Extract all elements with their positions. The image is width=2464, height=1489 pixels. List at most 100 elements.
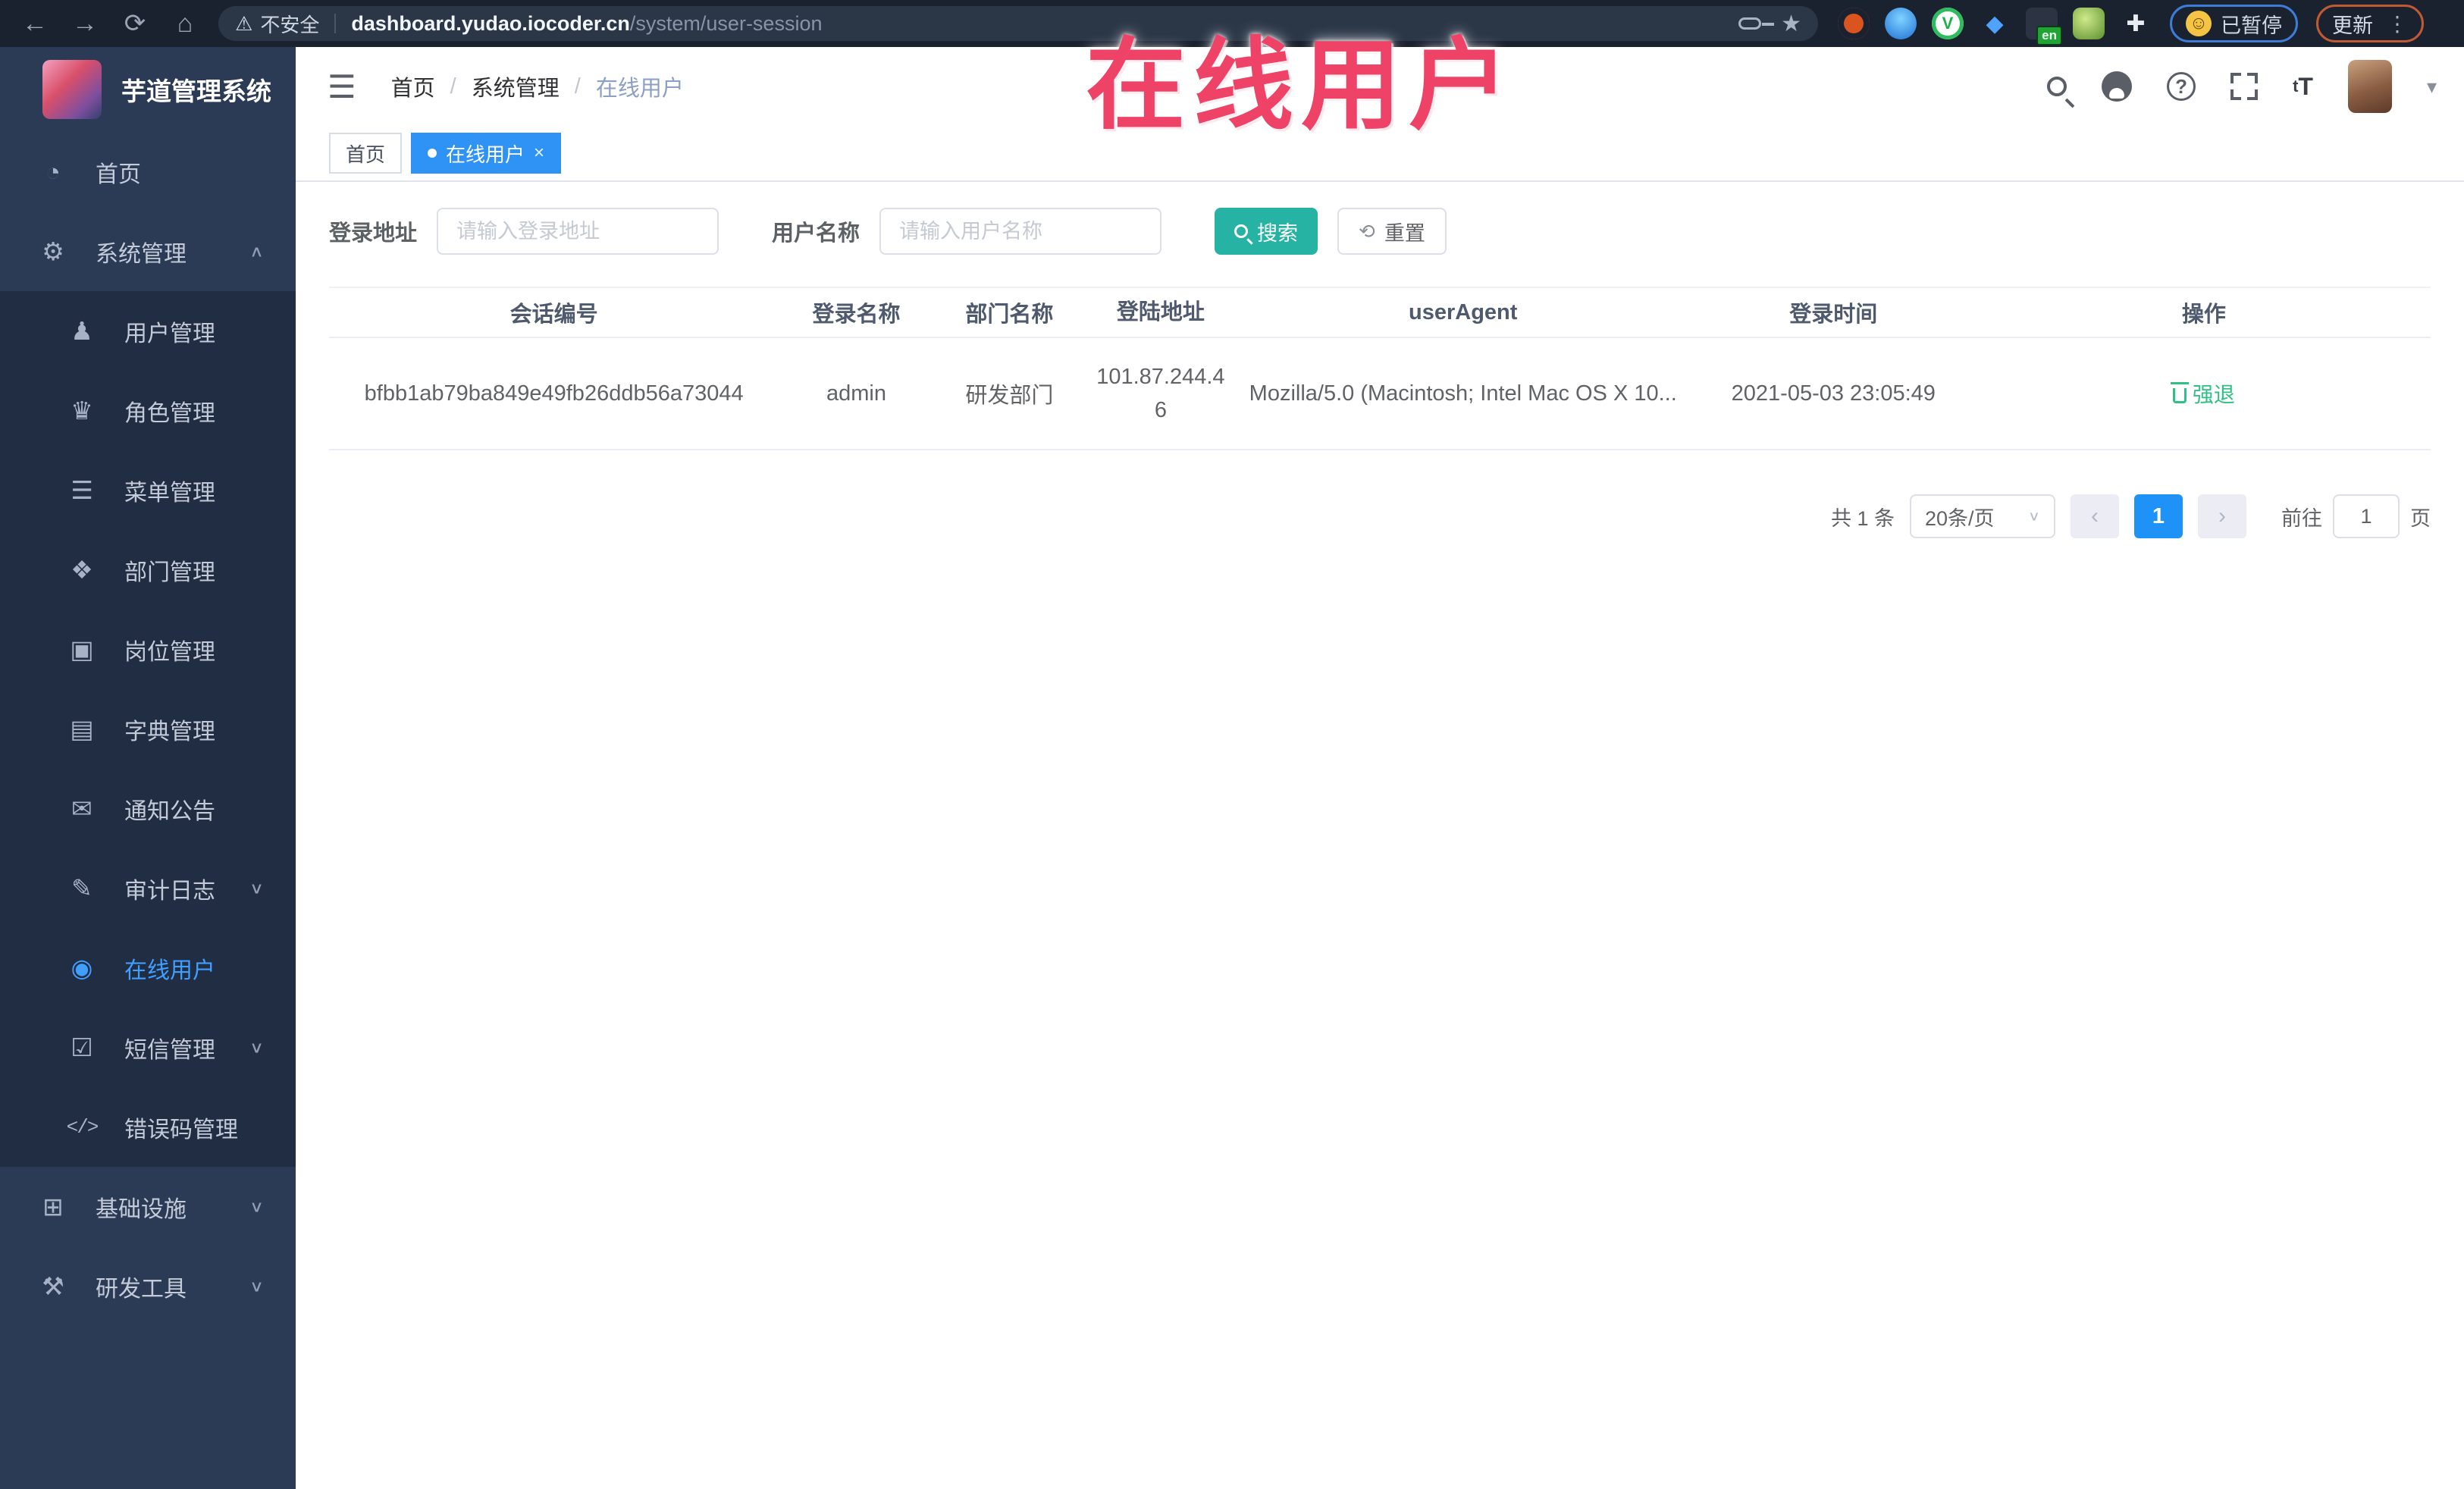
help-icon[interactable]: ? — [2167, 72, 2196, 101]
app-title: 芋道管理系统 — [121, 77, 271, 105]
breadcrumb: 首页 / 系统管理 / 在线用户 — [391, 71, 684, 102]
login-address-label: 登录地址 — [329, 221, 418, 246]
login-address-input[interactable] — [437, 208, 719, 255]
sidebar-item-menu-management[interactable]: ☰ 菜单管理 — [0, 450, 296, 530]
extension-toolbar: V ◆ en ✚ — [1838, 8, 2152, 45]
security-label[interactable]: 不安全 — [260, 10, 319, 38]
tab-online-users[interactable]: 在线用户 × — [411, 133, 562, 174]
table-row: bfbb1ab79ba849e49fb26ddb56a73044 admin 研… — [329, 338, 2431, 450]
chevron-up-icon: ∧ — [249, 242, 264, 261]
extension-v-icon[interactable]: V — [1932, 8, 1964, 39]
sidebar-item-post-management[interactable]: ▣ 岗位管理 — [0, 610, 296, 689]
cell-ip: 101.87.244.46 — [1096, 365, 1225, 422]
annotation-title: 在线用户 — [1086, 30, 1516, 141]
column-ip: 登陆地址 — [1116, 300, 1205, 324]
cell-login-time: 2021-05-03 23:05:49 — [1731, 381, 1936, 406]
avatar-caret-down-icon[interactable]: ▾ — [2427, 75, 2437, 99]
sidebar-item-dept-management[interactable]: ❖ 部门管理 — [0, 530, 296, 610]
sidebar-item-infrastructure[interactable]: ⊞ 基础设施 ∨ — [0, 1167, 296, 1246]
log-pencil-icon: ✎ — [71, 874, 92, 902]
sidebar-toggle-icon[interactable]: ☰ — [328, 68, 356, 105]
browser-forward-button[interactable]: → — [61, 3, 109, 44]
tab-home[interactable]: 首页 — [329, 133, 403, 174]
breadcrumb-system[interactable]: 系统管理 — [472, 71, 560, 102]
breadcrumb-current: 在线用户 — [595, 77, 684, 101]
dashboard-icon: ◔ — [45, 157, 61, 186]
paused-label: 已暂停 — [2221, 14, 2282, 37]
browser-home-button[interactable]: ⌂ — [161, 3, 209, 44]
browser-back-button[interactable]: ← — [11, 3, 59, 44]
page-unit-label: 页 — [2410, 506, 2431, 530]
next-page-button[interactable]: › — [2198, 494, 2246, 538]
extension-gem-icon[interactable]: ◆ — [1979, 8, 2011, 39]
reset-button[interactable]: ⟲ 重置 — [1337, 208, 1447, 255]
sidebar-logo-row[interactable]: 芋道管理系统 — [0, 47, 296, 132]
search-icon[interactable] — [2047, 77, 2067, 96]
role-icon: ♛ — [71, 397, 93, 425]
emoji-face-icon: ☺ — [2186, 11, 2212, 36]
address-bar[interactable]: ⚠ 不安全 dashboard.yudao.iocoder.cn/system/… — [218, 6, 1818, 41]
avatar[interactable] — [2347, 60, 2392, 113]
cell-session-id: bfbb1ab79ba849e49fb26ddb56a73044 — [364, 381, 744, 406]
chevron-down-icon: ∨ — [249, 879, 264, 898]
bookmark-star-icon[interactable]: ★ — [1781, 11, 1801, 37]
select-caret-icon: ∨ — [2027, 508, 2040, 524]
sidebar-item-user-management[interactable]: ♟ 用户管理 — [0, 291, 296, 371]
fullscreen-icon[interactable] — [2230, 73, 2259, 100]
pagination: 共 1 条 20条/页 ∨ ‹ 1 › 前往 页 — [329, 494, 2431, 538]
browser-reload-button[interactable]: ⟳ — [111, 3, 159, 44]
sidebar: 芋道管理系统 ◔ 首页 ⚙ 系统管理 ∧ ♟ 用户管理 ♛ 角色管理 ☰ 菜单管… — [0, 47, 296, 1489]
active-tab-dot — [428, 149, 437, 158]
font-size-icon[interactable]: tT — [2293, 73, 2313, 101]
sidebar-item-role-management[interactable]: ♛ 角色管理 — [0, 371, 296, 450]
extensions-puzzle-icon[interactable]: ✚ — [2120, 8, 2152, 39]
username-input[interactable] — [879, 208, 1162, 255]
goto-page-input[interactable] — [2333, 494, 2400, 538]
browser-menu-icon[interactable]: ⋮ — [2387, 11, 2408, 36]
prev-page-button[interactable]: ‹ — [2071, 494, 2119, 538]
goto-label: 前往 — [2281, 506, 2322, 530]
username-label: 用户名称 — [772, 221, 861, 246]
breadcrumb-separator: / — [574, 74, 581, 99]
cell-dept: 研发部门 — [965, 384, 1054, 408]
url-path: /system/user-session — [629, 11, 823, 35]
app-logo — [42, 60, 102, 119]
system-management-submenu: ♟ 用户管理 ♛ 角色管理 ☰ 菜单管理 ❖ 部门管理 ▣ 岗位管理 ▤ 字典管… — [0, 291, 296, 1167]
chevron-down-icon: ∨ — [249, 1277, 264, 1296]
sidebar-item-dev-tools[interactable]: ⚒ 研发工具 ∨ — [0, 1246, 296, 1326]
extension-translate-icon[interactable]: en — [2026, 8, 2062, 45]
sidebar-item-home[interactable]: ◔ 首页 — [0, 132, 296, 212]
extension-green-icon[interactable] — [2073, 8, 2105, 39]
sidebar-item-error-code[interactable]: </> 错误码管理 — [0, 1087, 296, 1167]
translate-en-badge: en — [2036, 26, 2062, 45]
sidebar-item-audit-log[interactable]: ✎ 审计日志 ∨ — [0, 848, 296, 928]
page-content: 登录地址 用户名称 搜索 ⟲ 重置 — [296, 182, 2464, 1489]
breadcrumb-home[interactable]: 首页 — [391, 71, 435, 102]
tab-close-icon[interactable]: × — [534, 143, 544, 164]
password-key-icon[interactable] — [1738, 17, 1775, 30]
paused-badge[interactable]: ☺ 已暂停 — [2170, 5, 2298, 42]
table-header-row: 会话编号 登录名称 部门名称 登陆地址 userAgent 登录时间 操作 — [329, 287, 2431, 338]
monitor-icon: ⊞ — [42, 1193, 64, 1221]
sidebar-item-system-management[interactable]: ⚙ 系统管理 ∧ — [0, 212, 296, 291]
search-button[interactable]: 搜索 — [1215, 208, 1318, 255]
book-icon: ▤ — [70, 715, 94, 743]
online-icon: ◉ — [71, 954, 93, 982]
pagination-total: 共 1 条 — [1830, 506, 1895, 530]
extension-bulb-icon[interactable] — [1885, 8, 1917, 39]
current-page-button[interactable]: 1 — [2134, 494, 2183, 538]
sidebar-item-notice[interactable]: ✉ 通知公告 — [0, 769, 296, 848]
filter-form: 登录地址 用户名称 搜索 ⟲ 重置 — [329, 208, 2431, 255]
column-username: 登录名称 — [812, 303, 901, 327]
force-logout-button[interactable]: 强退 — [2170, 378, 2235, 409]
extension-adblock-icon[interactable] — [1838, 8, 1870, 39]
sidebar-item-dict-management[interactable]: ▤ 字典管理 — [0, 689, 296, 769]
column-session-id: 会话编号 — [509, 303, 598, 327]
update-button[interactable]: 更新 ⋮ — [2316, 5, 2424, 42]
trash-icon — [2170, 381, 2189, 403]
page-size-select[interactable]: 20条/页 ∨ — [1910, 494, 2055, 538]
sidebar-item-sms-management[interactable]: ☑ 短信管理 ∨ — [0, 1008, 296, 1087]
github-icon[interactable] — [2102, 71, 2133, 102]
sidebar-item-online-users[interactable]: ◉ 在线用户 — [0, 928, 296, 1008]
org-tree-icon: ❖ — [71, 556, 93, 584]
